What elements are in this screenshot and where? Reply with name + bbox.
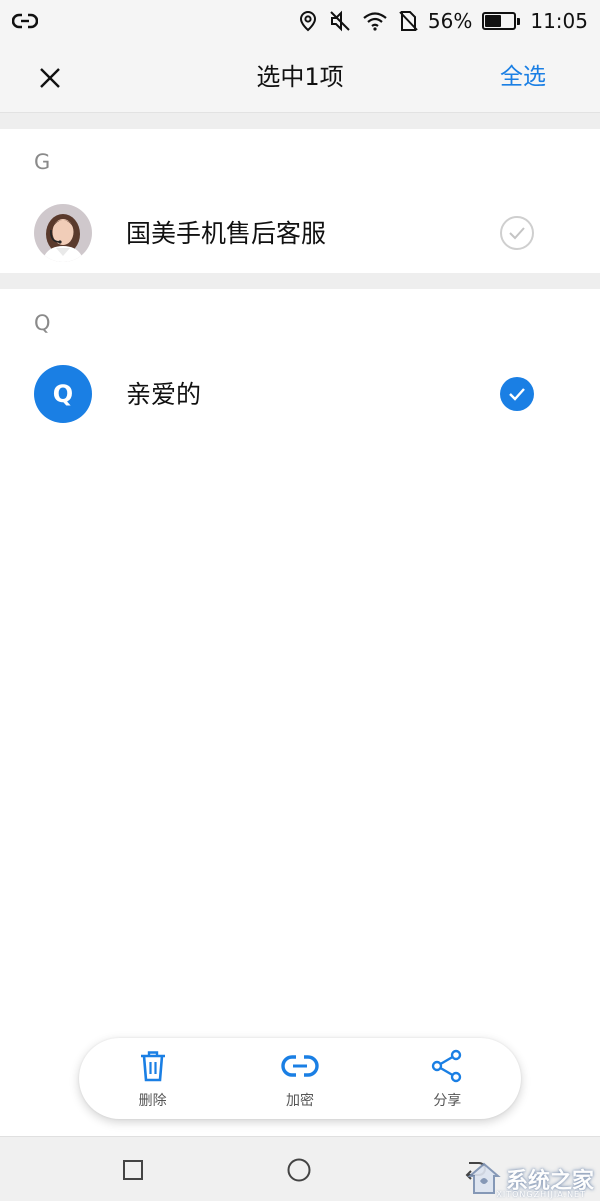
close-button[interactable] [32,60,68,96]
share-button[interactable]: 分享 [392,1048,502,1110]
trash-icon [140,1050,165,1081]
contact-row[interactable]: 国美手机售后客服 [0,194,600,274]
encrypt-link-icon [281,1054,319,1077]
close-icon [40,68,60,88]
section-header-g: G [34,150,51,174]
share-icon [432,1049,462,1082]
battery-icon [482,12,521,30]
avatar-letter: Q [34,365,92,423]
home-circle-icon [287,1158,311,1182]
selection-checkbox-unchecked[interactable] [500,216,534,250]
recent-apps-square-icon [123,1160,143,1180]
section-gap [0,273,600,289]
selection-checkbox-checked[interactable] [500,377,534,411]
clock: 11:05 [530,9,588,33]
avatar-photo [34,204,92,262]
system-nav-bar: 系统之家 XITONGZHIJIA.NET [0,1136,600,1201]
location-pin-icon [298,10,318,32]
battery-percent: 56% [427,9,473,33]
checkmark-icon [509,227,525,240]
checkmark-icon [509,388,525,401]
section-header-q: Q [34,311,51,335]
home-button[interactable] [286,1157,312,1183]
bottom-action-bar: 删除 加密 分享 [79,1038,521,1119]
muted-speaker-icon [328,10,352,32]
share-label: 分享 [433,1092,462,1109]
link-icon [12,11,38,31]
section-gap [0,113,600,129]
contact-row[interactable]: Q 亲爱的 [0,355,600,435]
delete-label: 删除 [138,1092,167,1109]
contact-name: 国美手机售后客服 [126,219,327,248]
encrypt-button[interactable]: 加密 [245,1048,355,1110]
recent-apps-button[interactable] [120,1157,146,1183]
no-sim-icon [398,10,418,32]
selection-app-bar: 选中1项 全选 [0,42,600,113]
watermark-subtext: XITONGZHIJIA.NET [496,1190,586,1199]
battery-fill [485,15,502,27]
contact-name: 亲爱的 [126,380,202,409]
delete-button[interactable]: 删除 [98,1048,208,1110]
wifi-icon [362,11,388,31]
status-bar: 56% 11:05 [0,0,600,42]
select-all-button[interactable]: 全选 [500,42,546,112]
watermark: 系统之家 XITONGZHIJIA.NET [466,1161,594,1199]
encrypt-label: 加密 [285,1092,314,1109]
